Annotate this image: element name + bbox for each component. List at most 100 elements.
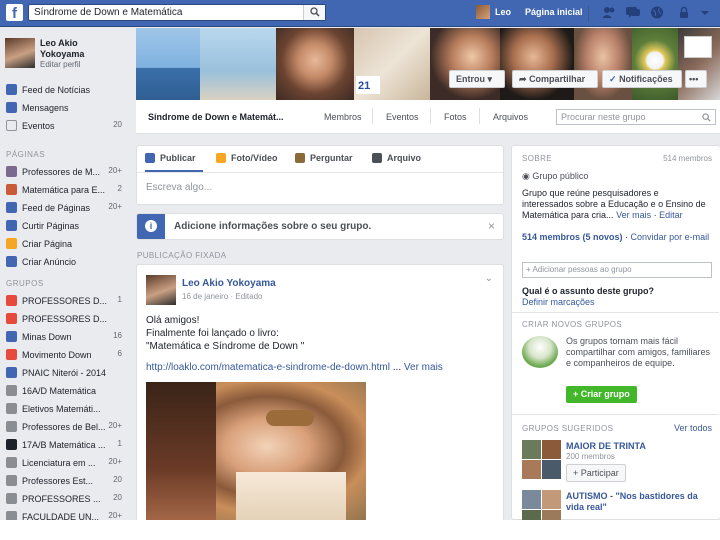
pinned-post-label: PUBLICAÇÃO FIXADA — [137, 251, 227, 260]
groups-item[interactable]: Licenciatura em ... 20+ — [6, 454, 130, 470]
graduation-cap-icon — [6, 439, 17, 451]
group-search-input[interactable]: Procurar neste grupo — [556, 109, 716, 125]
suggested-group-name[interactable]: MAIOR DE TRINTA — [566, 441, 646, 451]
user-name-link[interactable]: Leo — [495, 7, 511, 17]
tab-photos[interactable]: Fotos — [444, 112, 467, 122]
groups-item[interactable]: FACULDADE UN... 20+ — [6, 508, 130, 520]
group-search-placeholder: Procurar neste grupo — [561, 112, 646, 122]
notifications-globe-icon[interactable] — [650, 6, 664, 19]
profile-name[interactable]: Leo Akio Yokoyama — [40, 38, 110, 60]
suggested-group-thumbnails[interactable] — [522, 490, 562, 520]
create-group-button[interactable]: + Criar grupo — [566, 386, 637, 403]
suggested-group-thumbnails[interactable] — [522, 440, 562, 480]
post-see-more-link[interactable]: Ver mais — [404, 362, 443, 373]
join-group-button[interactable]: + Participar — [566, 464, 626, 482]
create-group-illustration — [522, 336, 558, 368]
close-icon[interactable]: × — [488, 219, 495, 233]
groups-item[interactable]: PNAIC Niterói - 2014 — [6, 364, 130, 380]
add-people-input[interactable]: + Adicionar pessoas ao grupo — [522, 262, 712, 278]
groups-item-count: 16 — [113, 331, 122, 340]
suggested-group-name[interactable]: AUTISMO - "Nos bastidores da vida real" — [566, 491, 716, 513]
more-options-button[interactable]: ••• — [685, 70, 707, 88]
groups-item-label: Licenciatura em ... — [22, 457, 96, 468]
post-author-avatar[interactable] — [146, 275, 176, 305]
groups-item-count: 1 — [117, 439, 122, 448]
tab-ask[interactable]: Perguntar — [295, 153, 353, 163]
members-count[interactable]: 514 membros — [663, 154, 712, 163]
group-icon — [6, 295, 17, 307]
sidebar-item-label: Mensagens — [22, 102, 69, 113]
group-name[interactable]: Síndrome de Down e Matemát... — [148, 112, 284, 122]
news-feed-icon — [6, 84, 17, 96]
profile-picture[interactable] — [5, 38, 35, 68]
post-author-name[interactable]: Leo Akio Yokoyama — [182, 278, 276, 289]
tab-files[interactable]: Arquivos — [493, 112, 528, 122]
info-banner[interactable]: i Adicione informações sobre o seu grupo… — [136, 213, 504, 240]
calendar-icon — [6, 120, 17, 132]
user-avatar[interactable] — [476, 5, 490, 19]
groups-item-label: Professores de Bel... — [22, 421, 106, 432]
groups-item[interactable]: PROFESSORES ... 20 — [6, 490, 130, 506]
pages-item[interactable]: Criar Página — [6, 235, 130, 251]
search-button[interactable] — [303, 5, 325, 20]
groups-item[interactable]: Movimento Down 6 — [6, 346, 130, 362]
post-options-chevron-down-icon[interactable]: ⌄ — [485, 273, 493, 284]
groups-item[interactable]: Professores Est... 20 — [6, 472, 130, 488]
pages-item[interactable]: Criar Anúncio — [6, 253, 130, 269]
facebook-logo-icon[interactable]: f — [6, 4, 23, 21]
sidebar-item[interactable]: Eventos 20 — [6, 117, 130, 133]
pages-item[interactable]: Feed de Páginas 20+ — [6, 199, 130, 215]
description-edit-link[interactable]: Editar — [659, 210, 683, 220]
joined-button[interactable]: Entrou ▾ — [449, 70, 505, 88]
share-button[interactable]: ➦ Compartilhar — [512, 70, 598, 88]
description-see-more-link[interactable]: Ver mais — [616, 210, 651, 220]
tab-file[interactable]: Arquivo — [372, 153, 421, 163]
invite-by-email-link[interactable]: Convidar por e-mail — [631, 232, 710, 242]
topbar-divider — [588, 5, 589, 21]
tab-divider — [372, 108, 373, 124]
cover-settings-badge — [684, 36, 712, 58]
post-link[interactable]: http://loaklo.com/matematica-e-sindrome-… — [146, 362, 390, 373]
account-menu-chevron-down-icon[interactable] — [698, 6, 712, 19]
members-summary-link[interactable]: 514 membros (5 novos) — [522, 232, 623, 242]
like-pages-icon — [6, 220, 17, 232]
edit-profile-link[interactable]: Editar perfil — [40, 60, 80, 69]
profile-summary[interactable]: Leo Akio Yokoyama Editar perfil — [5, 36, 135, 70]
sidebar-item[interactable]: Mensagens — [6, 99, 130, 115]
see-all-suggested-link[interactable]: Ver todos — [674, 423, 712, 433]
pages-item[interactable]: Curtir Páginas — [6, 217, 130, 233]
home-link[interactable]: Página inicial — [525, 7, 583, 17]
tab-photo-video[interactable]: Foto/Vídeo — [216, 153, 278, 163]
pages-item-label: Professores de M... — [22, 166, 101, 177]
top-bar: f Síndrome de Down e Matemática Leo Pági… — [0, 0, 720, 27]
privacy-lock-icon[interactable] — [677, 6, 691, 19]
post-image[interactable] — [146, 382, 366, 520]
groups-item[interactable]: PROFESSORES D... 1 — [6, 292, 130, 308]
tab-members[interactable]: Membros — [324, 112, 362, 122]
group-description: Grupo que reúne pesquisadores e interess… — [522, 188, 706, 220]
post-meta[interactable]: 16 de janeiro · Editado — [182, 292, 263, 301]
tab-publish[interactable]: Publicar — [145, 153, 196, 163]
groups-item[interactable]: 17A/B Matemática ... 1 — [6, 436, 130, 452]
sidebar-item[interactable]: Feed de Notícias — [6, 81, 130, 97]
groups-item[interactable]: Minas Down 16 — [6, 328, 130, 344]
tab-events[interactable]: Eventos — [386, 112, 419, 122]
group-icon — [6, 511, 17, 520]
messages-icon[interactable] — [626, 6, 640, 19]
notifications-button[interactable]: ✓ Notificações — [602, 70, 682, 88]
tab-ask-label: Perguntar — [310, 153, 353, 163]
groups-item-label: FACULDADE UN... — [22, 511, 100, 520]
groups-item-count: 20 — [113, 493, 122, 502]
friend-requests-icon[interactable] — [602, 6, 616, 19]
groups-item[interactable]: 16A/D Matemática — [6, 382, 130, 398]
composer-input[interactable]: Escreva algo... — [146, 182, 212, 193]
groups-item[interactable]: Eletivos Matemáti... — [6, 400, 130, 416]
pages-item[interactable]: Professores de M... 20+ — [6, 163, 130, 179]
check-icon: ✓ — [609, 74, 617, 84]
groups-item[interactable]: PROFESSORES D... — [6, 310, 130, 326]
groups-item[interactable]: Professores de Bel... 20+ — [6, 418, 130, 434]
search-input[interactable]: Síndrome de Down e Matemática — [28, 4, 326, 21]
post-image-hair — [266, 410, 314, 426]
pages-item[interactable]: Matemática para E... 2 — [6, 181, 130, 197]
define-tags-link[interactable]: Definir marcações — [522, 297, 595, 307]
